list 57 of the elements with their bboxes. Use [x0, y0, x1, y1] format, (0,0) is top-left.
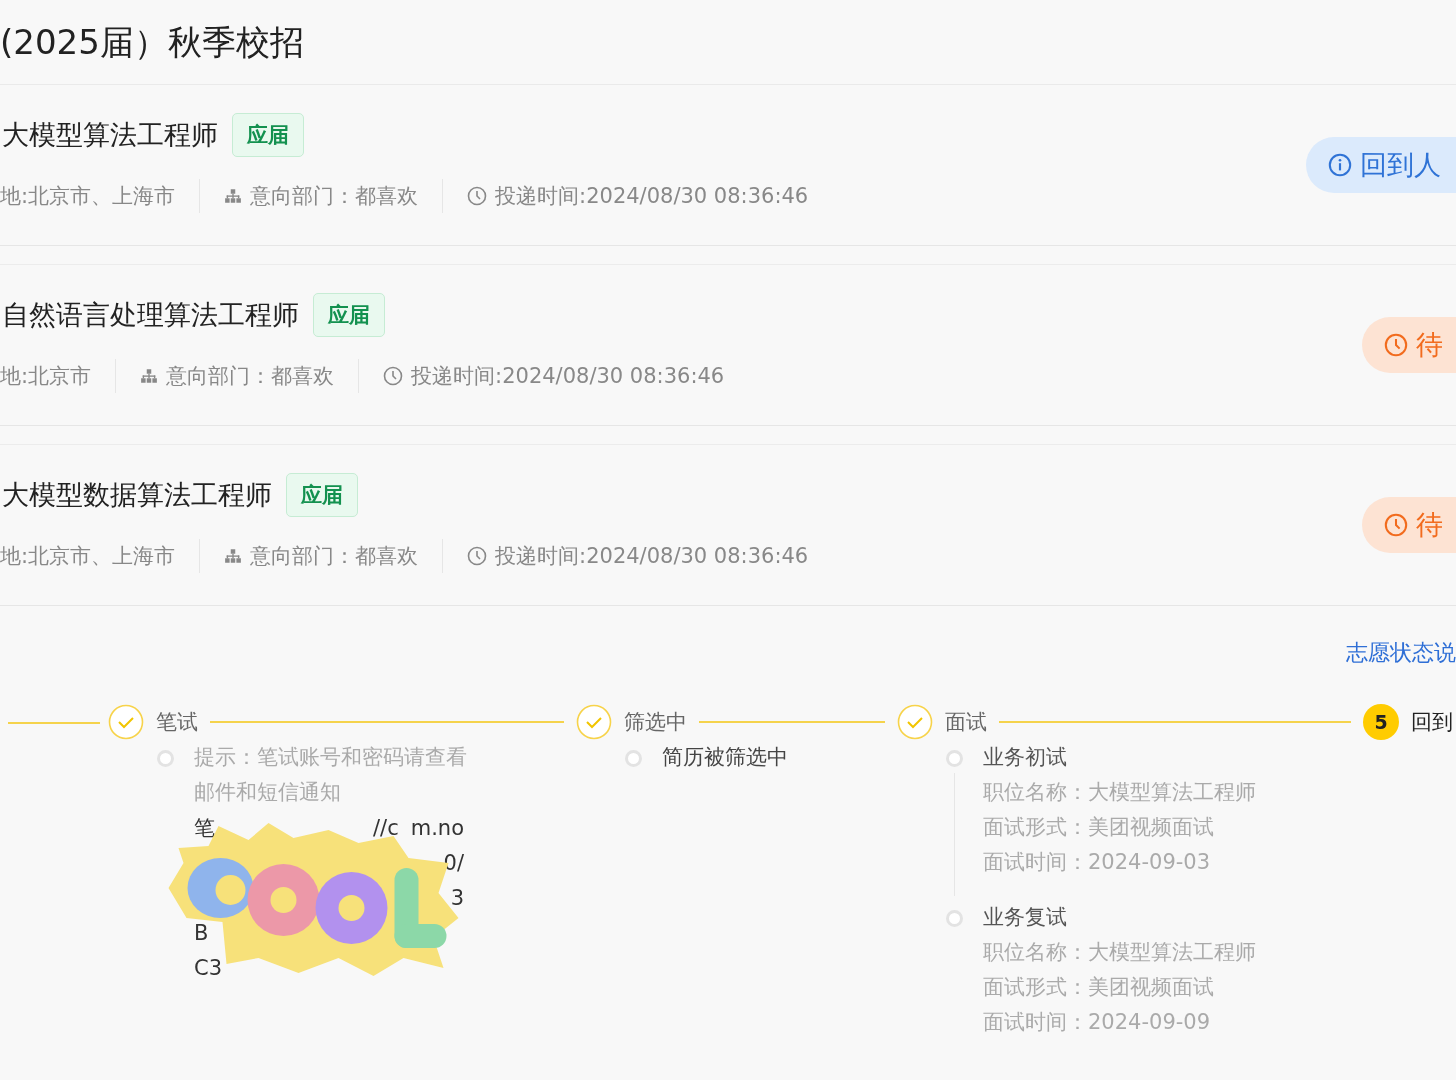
step-title: 面试 — [945, 709, 987, 736]
status-help-link[interactable]: 志愿状态说 — [1346, 638, 1456, 668]
interview-detail: 面试时间：2024-09-03 — [983, 849, 1212, 876]
timeline-dot — [945, 750, 963, 767]
note-text: //c — [373, 815, 399, 840]
timeline-item-title: 提示：笔试账号和密码请查看邮件和短信通知 — [194, 744, 468, 806]
org-chart-icon — [224, 187, 243, 205]
clock-icon — [1384, 513, 1408, 537]
timeline-dot — [945, 910, 963, 927]
clock-icon — [467, 186, 488, 206]
status-button[interactable]: 回到人 — [1306, 137, 1456, 193]
org-chart-icon — [224, 547, 243, 565]
timeline-item-title: 业务初试 — [983, 744, 1068, 771]
submission-time: 投递时间:2024/08/30 08:36:46 — [495, 543, 809, 570]
check-icon — [576, 704, 612, 740]
intended-department: 意向部门：都喜欢 — [250, 543, 419, 570]
interview-detail: 职位名称：大模型算法工程师 — [983, 779, 1256, 806]
graduate-tag: 应届 — [313, 293, 385, 337]
step-title: 笔试 — [156, 709, 198, 736]
note-text: 3 — [450, 885, 464, 910]
status-button[interactable]: 待 — [1362, 497, 1456, 553]
note-text: C3 — [194, 955, 223, 980]
position-title: 大模型数据算法工程师 — [2, 478, 272, 512]
work-location: 地:北京市、上海市 — [0, 543, 176, 570]
info-icon — [1328, 153, 1352, 177]
interview-detail: 面试形式：美团视频面试 — [983, 974, 1215, 1001]
graduate-tag: 应届 — [232, 113, 304, 157]
graduate-tag: 应届 — [286, 473, 358, 517]
position-title: 大模型算法工程师 — [2, 118, 218, 152]
interview-detail: 面试时间：2024-09-09 — [983, 1009, 1212, 1036]
clock-icon — [467, 546, 488, 566]
interview-detail: 面试形式：美团视频面试 — [983, 814, 1215, 841]
intended-department: 意向部门：都喜欢 — [166, 363, 335, 390]
intended-department: 意向部门：都喜欢 — [250, 183, 419, 210]
timeline-item-title: 业务复试 — [983, 904, 1068, 931]
submission-time: 投递时间:2024/08/30 08:36:46 — [495, 183, 809, 210]
timeline-dot — [156, 750, 174, 767]
check-icon — [108, 704, 144, 740]
position-title: 自然语言处理算法工程师 — [2, 298, 299, 332]
step-title: 回到 — [1411, 709, 1453, 736]
org-chart-icon — [140, 367, 159, 385]
note-text: 笔 — [194, 814, 215, 842]
clock-icon — [383, 366, 404, 386]
note-text: B — [194, 920, 209, 945]
interview-detail: 职位名称：大模型算法工程师 — [983, 939, 1256, 966]
check-icon — [897, 704, 933, 740]
work-location: 地:北京市、上海市 — [0, 183, 176, 210]
page-title: (2025届）秋季校招 — [0, 0, 1456, 85]
step-title: 筛选中 — [624, 709, 687, 736]
timeline-item-title: 简历被筛选中 — [662, 744, 788, 771]
status-button[interactable]: 待 — [1362, 317, 1456, 373]
timeline-dot — [624, 750, 642, 767]
submission-time: 投递时间:2024/08/30 08:36:46 — [411, 363, 725, 390]
step-number: 5 — [1363, 704, 1399, 740]
clock-icon — [1384, 333, 1408, 357]
note-text: m.no — [410, 815, 464, 840]
work-location: 地:北京市 — [0, 363, 92, 390]
